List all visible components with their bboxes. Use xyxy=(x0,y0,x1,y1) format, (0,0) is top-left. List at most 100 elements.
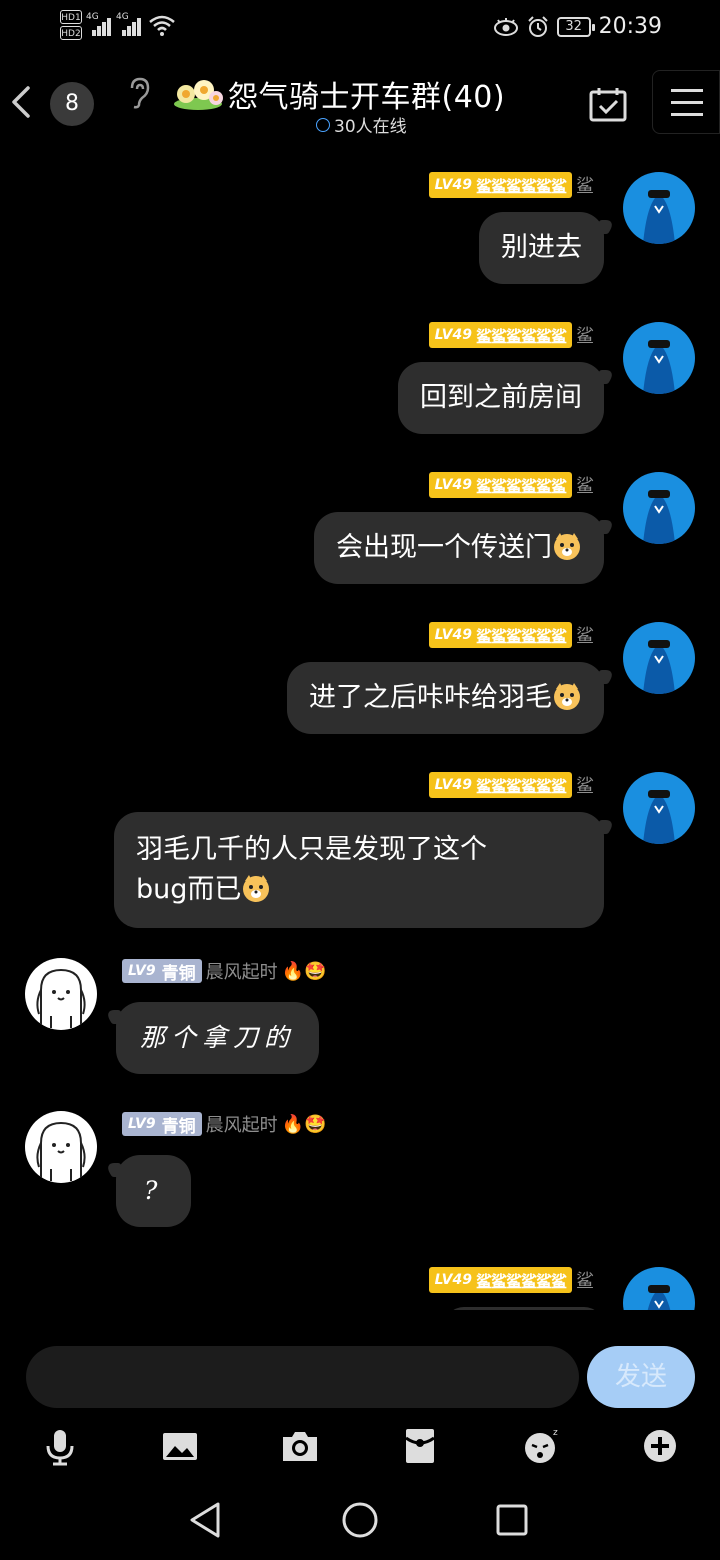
level-title: 青铜 xyxy=(161,1116,196,1137)
sticker-icon[interactable]: z xyxy=(520,1426,560,1466)
sender-avatar[interactable] xyxy=(623,622,695,694)
chevron-down-icon xyxy=(316,117,330,132)
message-text: 那个拿刀的 xyxy=(140,1023,296,1052)
level-text: LV49 xyxy=(434,477,472,493)
level-badge: LV9 青铜 xyxy=(122,959,202,984)
level-badge: LV49 鲨鲨鲨鲨鲨鲨 xyxy=(428,1267,572,1293)
message-text: 会出现一个传送门 xyxy=(336,532,552,563)
battery-indicator: 32 xyxy=(556,16,595,37)
nickname-emoji: 🔥🤩 xyxy=(281,1113,327,1135)
red-packet-icon[interactable] xyxy=(400,1426,440,1466)
svg-text:z: z xyxy=(553,1428,558,1438)
level-text: LV49 xyxy=(434,627,472,643)
sender-nickname[interactable]: 鲨 xyxy=(576,172,594,198)
sender-avatar[interactable] xyxy=(623,172,695,244)
online-count-text: 30人在线 xyxy=(334,117,407,137)
level-title: 鲨鲨鲨鲨鲨鲨 xyxy=(475,1272,567,1291)
sender-nickname[interactable]: 晨风起时 xyxy=(206,958,278,984)
message-bubble[interactable]: 进了之后咔咔给羽毛 xyxy=(287,662,604,734)
message-bubble[interactable]: 那个拿刀的 xyxy=(116,1002,320,1074)
hd1-label: HD1 xyxy=(60,10,82,24)
level-text: LV9 xyxy=(128,1116,156,1132)
nav-recent-icon[interactable] xyxy=(492,1500,532,1540)
input-toolbar: z xyxy=(0,1418,720,1474)
message-bubble[interactable]: ? xyxy=(116,1155,192,1227)
camera-icon[interactable] xyxy=(280,1426,320,1466)
microphone-icon[interactable] xyxy=(40,1426,80,1466)
message-item: LV49 鲨鲨鲨鲨鲨鲨 鲨 会出现一个传送门 xyxy=(0,452,720,592)
image-icon[interactable] xyxy=(160,1426,200,1466)
message-item: LV49 鲨鲨鲨鲨鲨鲨 鲨 xyxy=(0,1247,720,1310)
message-bubble[interactable]: 别进去 xyxy=(479,212,604,284)
level-badge: LV49 鲨鲨鲨鲨鲨鲨 xyxy=(428,772,572,798)
message-text: ? xyxy=(144,1176,164,1205)
message-bubble[interactable] xyxy=(444,1307,604,1310)
sender-tagline: LV49 鲨鲨鲨鲨鲨鲨 鲨 xyxy=(428,772,594,798)
message-bubble[interactable]: 回到之前房间 xyxy=(398,362,604,434)
earpiece-mode-icon[interactable] xyxy=(126,76,152,110)
nav-back-icon[interactable] xyxy=(186,1500,226,1540)
level-text: LV49 xyxy=(434,327,472,343)
message-text-line2: bug而已 xyxy=(136,874,242,905)
send-button[interactable]: 发送 xyxy=(587,1346,695,1408)
message-text: 进了之后咔咔给羽毛 xyxy=(309,682,552,713)
input-bar: 发送 xyxy=(0,1338,720,1418)
unread-count-badge[interactable]: 8 xyxy=(50,82,94,126)
message-text-line1: 羽毛几千的人只是发现了这个 xyxy=(136,834,487,865)
sender-avatar[interactable] xyxy=(25,1111,97,1183)
online-status[interactable]: 30人在线 xyxy=(316,112,407,137)
message-list[interactable]: LV49 鲨鲨鲨鲨鲨鲨 鲨 别进去 LV49 鲨鲨鲨鲨鲨鲨 鲨 回到之前房间 L… xyxy=(0,152,720,1310)
level-badge: LV49 鲨鲨鲨鲨鲨鲨 xyxy=(428,322,572,348)
level-badge: LV49 鲨鲨鲨鲨鲨鲨 xyxy=(428,172,572,198)
sender-nickname[interactable]: 晨风起时 xyxy=(206,1111,278,1137)
sender-nickname[interactable]: 鲨 xyxy=(576,322,594,348)
network-type-label-2: 4G xyxy=(116,12,129,22)
nickname-emoji: 🔥🤩 xyxy=(281,960,327,982)
level-badge: LV49 鲨鲨鲨鲨鲨鲨 xyxy=(428,472,572,498)
level-title: 青铜 xyxy=(161,963,196,984)
sender-tagline: LV9 青铜 晨风起时 🔥🤩 xyxy=(122,958,326,984)
message-item: LV49 鲨鲨鲨鲨鲨鲨 鲨 别进去 xyxy=(0,152,720,292)
sender-avatar[interactable] xyxy=(25,958,97,1030)
sender-avatar[interactable] xyxy=(623,772,695,844)
level-title: 鲨鲨鲨鲨鲨鲨 xyxy=(475,477,567,496)
sender-tagline: LV49 鲨鲨鲨鲨鲨鲨 鲨 xyxy=(428,322,594,348)
nav-home-icon[interactable] xyxy=(340,1500,380,1540)
sender-avatar[interactable] xyxy=(623,1267,695,1310)
level-badge: LV49 鲨鲨鲨鲨鲨鲨 xyxy=(428,622,572,648)
calendar-check-icon[interactable] xyxy=(588,84,628,124)
sender-tagline: LV49 鲨鲨鲨鲨鲨鲨 鲨 xyxy=(428,172,594,198)
plus-icon[interactable] xyxy=(640,1426,680,1466)
level-text: LV49 xyxy=(434,177,472,193)
sender-avatar[interactable] xyxy=(623,322,695,394)
sender-tagline: LV9 青铜 晨风起时 🔥🤩 xyxy=(122,1111,326,1137)
group-flower-icon xyxy=(174,80,223,110)
hd-indicator: HD1 HD2 xyxy=(60,10,82,40)
message-item: LV49 鲨鲨鲨鲨鲨鲨 鲨 羽毛几千的人只是发现了这个 bug而已 xyxy=(0,752,720,932)
message-input[interactable] xyxy=(26,1346,579,1408)
message-bubble[interactable]: 羽毛几千的人只是发现了这个 bug而已 xyxy=(114,812,604,928)
sender-tagline: LV49 鲨鲨鲨鲨鲨鲨 鲨 xyxy=(428,622,594,648)
message-item: LV9 青铜 晨风起时 🔥🤩 那个拿刀的 xyxy=(0,954,720,1094)
wifi-icon xyxy=(149,15,175,36)
menu-icon[interactable] xyxy=(652,70,720,134)
sender-nickname[interactable]: 鲨 xyxy=(576,472,594,498)
back-arrow-icon[interactable] xyxy=(8,82,36,122)
message-bubble[interactable]: 会出现一个传送门 xyxy=(314,512,604,584)
doge-emoji-icon xyxy=(554,683,580,710)
level-title: 鲨鲨鲨鲨鲨鲨 xyxy=(475,627,567,646)
level-title: 鲨鲨鲨鲨鲨鲨 xyxy=(475,177,567,196)
sender-nickname[interactable]: 鲨 xyxy=(576,772,594,798)
hd2-label: HD2 xyxy=(60,26,82,40)
sender-avatar[interactable] xyxy=(623,472,695,544)
eye-comfort-icon xyxy=(493,17,518,36)
level-badge: LV9 青铜 xyxy=(122,1112,202,1137)
sender-tagline: LV49 鲨鲨鲨鲨鲨鲨 鲨 xyxy=(428,1267,594,1293)
level-title: 鲨鲨鲨鲨鲨鲨 xyxy=(475,327,567,346)
sender-nickname[interactable]: 鲨 xyxy=(576,1267,594,1293)
sender-nickname[interactable]: 鲨 xyxy=(576,622,594,648)
signal-icon: 4G xyxy=(86,12,112,36)
group-title[interactable]: 怨气骑士开车群(40) xyxy=(228,72,505,116)
clock: 20:39 xyxy=(598,14,662,39)
network-type-label: 4G xyxy=(86,12,99,22)
